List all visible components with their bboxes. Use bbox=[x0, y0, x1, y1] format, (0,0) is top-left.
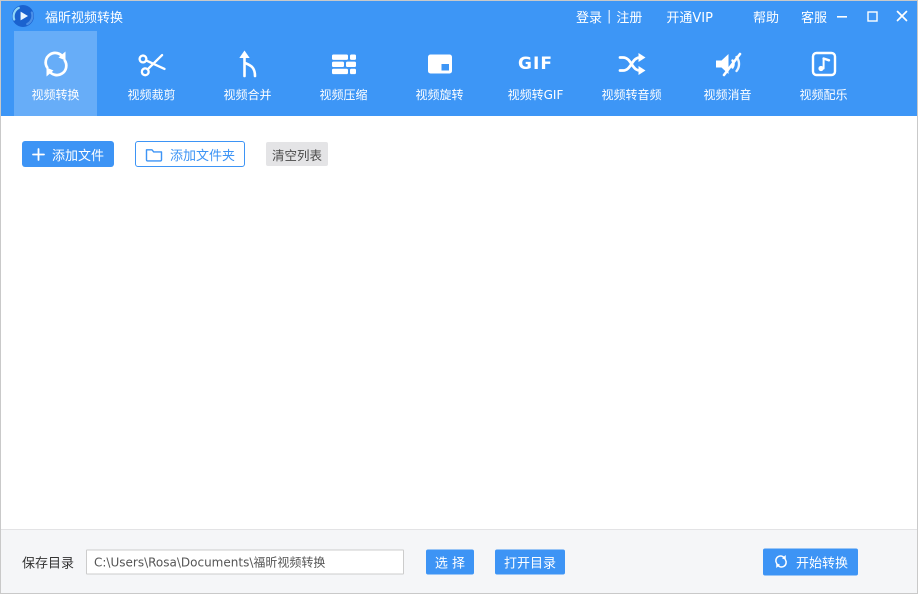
add-folder-label: 添加文件夹 bbox=[170, 145, 235, 164]
tab-label: 视频裁剪 bbox=[127, 86, 175, 103]
file-actions-row: 添加文件 添加文件夹 清空列表 bbox=[22, 141, 328, 167]
toolbar: 视频转换 视频裁剪 bbox=[1, 31, 917, 116]
tab-video-mute[interactable]: 视频消音 bbox=[686, 31, 769, 116]
app-window: 福昕视频转换 登录 | 注册 开通VIP 帮助 客服 bbox=[0, 0, 918, 594]
tab-label: 视频消音 bbox=[703, 86, 751, 103]
window-title: 福昕视频转换 bbox=[45, 7, 123, 26]
tab-video-merge[interactable]: 视频合并 bbox=[206, 31, 289, 116]
merge-icon bbox=[232, 43, 264, 85]
login-register-divider: | bbox=[607, 9, 611, 24]
mute-icon bbox=[712, 43, 744, 85]
tab-label: 视频旋转 bbox=[415, 86, 463, 103]
add-folder-button[interactable]: 添加文件夹 bbox=[135, 141, 245, 167]
tab-label: 视频转换 bbox=[31, 86, 79, 103]
tab-video-convert[interactable]: 视频转换 bbox=[14, 31, 97, 116]
tab-label: 视频压缩 bbox=[319, 86, 367, 103]
choose-dir-label: 选 择 bbox=[435, 552, 465, 571]
tab-label: 视频转音频 bbox=[601, 86, 661, 103]
tab-video-rotate[interactable]: 视频旋转 bbox=[398, 31, 481, 116]
plus-icon bbox=[32, 148, 45, 161]
tab-video-to-gif[interactable]: GIF 视频转GIF bbox=[494, 31, 577, 116]
maximize-button[interactable] bbox=[857, 1, 887, 31]
register-link[interactable]: 注册 bbox=[616, 7, 642, 26]
tab-video-to-audio[interactable]: 视频转音频 bbox=[590, 31, 673, 116]
titlebar: 福昕视频转换 登录 | 注册 开通VIP 帮助 客服 bbox=[1, 1, 917, 31]
file-list-area: 添加文件 添加文件夹 清空列表 bbox=[2, 116, 916, 529]
close-button[interactable] bbox=[887, 1, 917, 31]
clear-list-button[interactable]: 清空列表 bbox=[266, 142, 328, 166]
choose-dir-button[interactable]: 选 择 bbox=[426, 549, 474, 574]
add-file-button[interactable]: 添加文件 bbox=[22, 141, 114, 167]
save-dir-label: 保存目录 bbox=[22, 552, 74, 571]
minimize-button[interactable] bbox=[827, 1, 857, 31]
footer-bar: 保存目录 选 择 打开目录 开始转换 bbox=[1, 529, 917, 593]
open-dir-label: 打开目录 bbox=[504, 552, 556, 571]
vip-link[interactable]: 开通VIP bbox=[666, 7, 713, 26]
titlebar-menu: 登录 | 注册 开通VIP 帮助 客服 bbox=[576, 1, 917, 31]
support-link[interactable]: 客服 bbox=[801, 7, 827, 26]
start-convert-icon bbox=[773, 554, 789, 570]
tab-label: 视频配乐 bbox=[799, 86, 847, 103]
minimize-icon bbox=[836, 10, 848, 22]
music-icon bbox=[808, 43, 840, 85]
tab-video-trim[interactable]: 视频裁剪 bbox=[110, 31, 193, 116]
scissors-icon bbox=[136, 43, 168, 85]
start-convert-button[interactable]: 开始转换 bbox=[763, 548, 858, 575]
close-icon bbox=[896, 10, 908, 22]
convert-icon bbox=[40, 43, 72, 85]
add-file-label: 添加文件 bbox=[52, 145, 104, 164]
folder-icon bbox=[145, 147, 163, 162]
app-logo-icon bbox=[11, 4, 35, 28]
tab-video-compress[interactable]: 视频压缩 bbox=[302, 31, 385, 116]
clear-list-label: 清空列表 bbox=[272, 145, 322, 164]
open-dir-button[interactable]: 打开目录 bbox=[495, 549, 565, 574]
start-convert-label: 开始转换 bbox=[796, 552, 848, 571]
compress-icon bbox=[328, 43, 360, 85]
help-link[interactable]: 帮助 bbox=[753, 7, 779, 26]
tab-label: 视频合并 bbox=[223, 86, 271, 103]
rotate-icon bbox=[424, 43, 456, 85]
tab-label: 视频转GIF bbox=[508, 86, 564, 103]
tab-video-music[interactable]: 视频配乐 bbox=[782, 31, 865, 116]
maximize-icon bbox=[867, 11, 878, 22]
shuffle-icon bbox=[616, 43, 648, 85]
save-dir-input[interactable] bbox=[86, 549, 404, 574]
login-link[interactable]: 登录 bbox=[576, 7, 602, 26]
gif-icon: GIF bbox=[518, 43, 553, 85]
